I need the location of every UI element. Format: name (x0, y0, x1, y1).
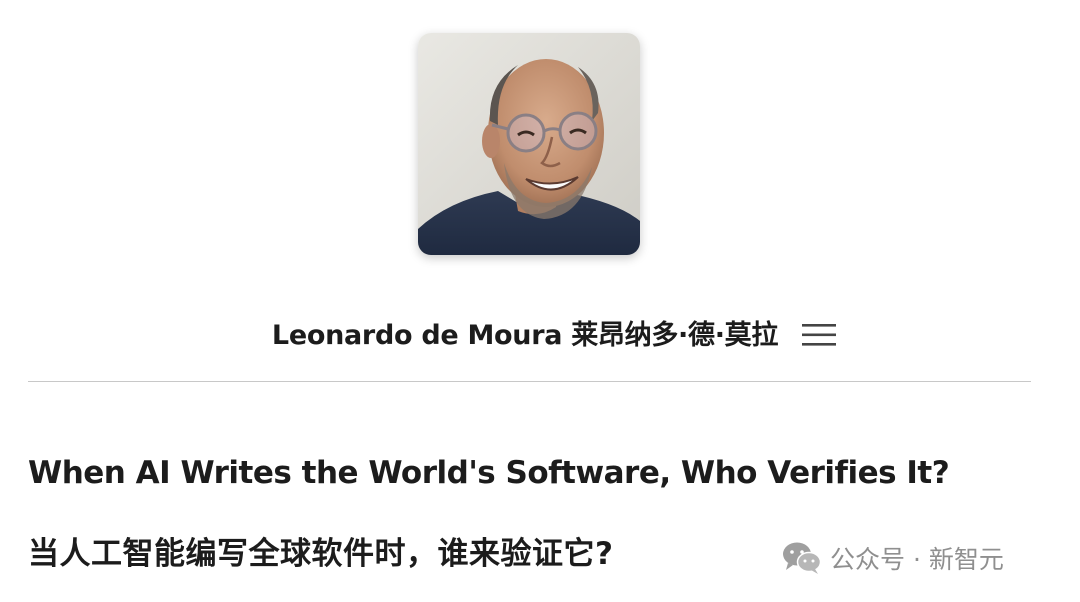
author-row: Leonardo de Moura 莱昂纳多·德·莫拉 (0, 312, 1080, 352)
divider (28, 381, 1031, 382)
article-page: Leonardo de Moura 莱昂纳多·德·莫拉 When AI Writ… (0, 0, 1080, 602)
wechat-icon (783, 542, 822, 574)
wechat-watermark: 公众号 · 新智元 (782, 538, 1004, 578)
hamburger-menu-icon[interactable] (802, 322, 837, 348)
portrait-photo (418, 33, 640, 255)
author-avatar (418, 33, 640, 255)
article-title-english: When AI Writes the World's Software, Who… (28, 455, 950, 491)
author-name: Leonardo de Moura 莱昂纳多·德·莫拉 (271, 319, 779, 351)
watermark-text: 公众号 · 新智元 (830, 545, 1004, 574)
article-title-chinese: 当人工智能编写全球软件时，谁来验证它? (28, 536, 614, 572)
